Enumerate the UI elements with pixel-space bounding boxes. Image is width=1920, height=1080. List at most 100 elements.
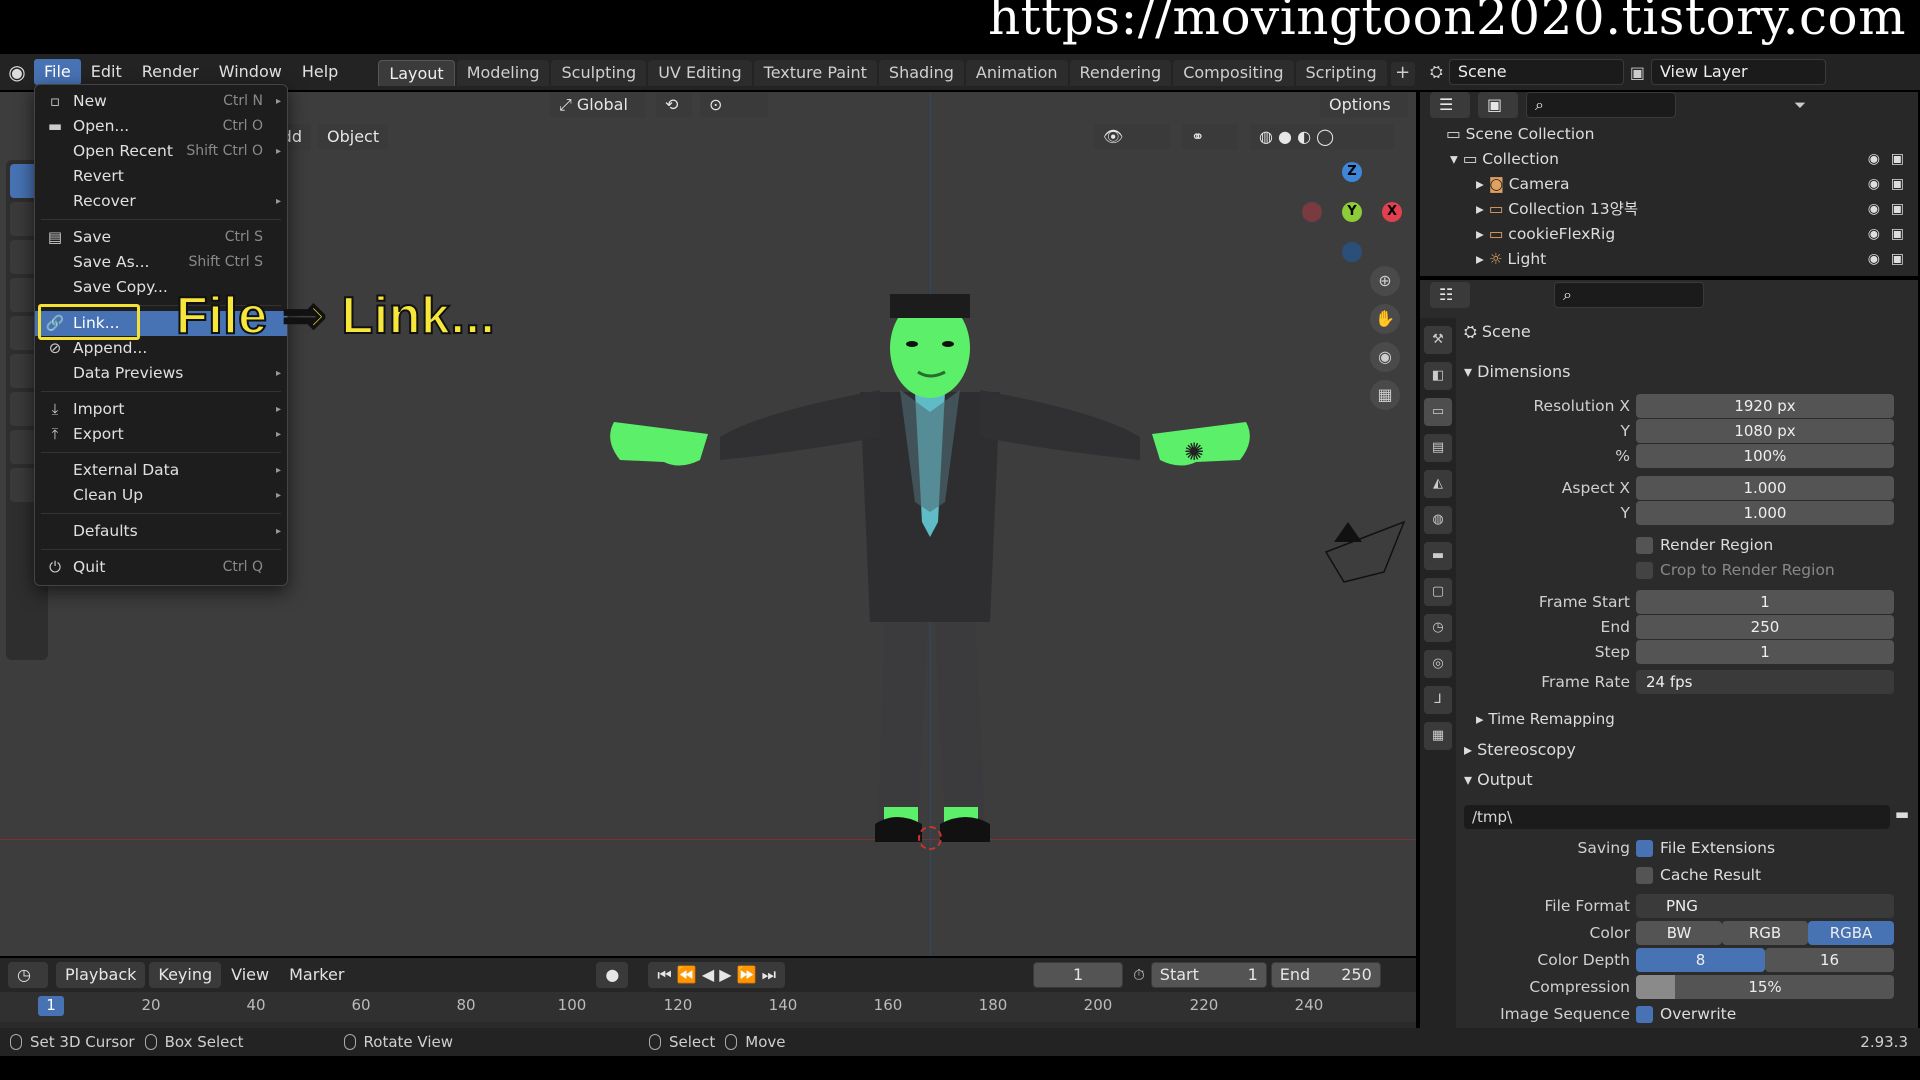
proportional-button[interactable]: ⊙	[700, 92, 768, 118]
scene-field[interactable]: Scene	[1448, 59, 1624, 85]
file-extensions-checkbox[interactable]	[1636, 840, 1653, 857]
expand-arrow-icon[interactable]: ▸	[1476, 175, 1489, 193]
expand-arrow-icon[interactable]: ▸	[1476, 200, 1489, 218]
menu-window[interactable]: Window	[209, 59, 292, 85]
world-tab-icon[interactable]: ◍	[1424, 506, 1452, 534]
crop-region-checkbox[interactable]	[1636, 562, 1653, 579]
menu-item-quit[interactable]: ⏻ Quit Ctrl Q	[35, 555, 287, 580]
keying-menu[interactable]: Keying	[149, 962, 222, 988]
cache-result-checkbox[interactable]	[1636, 867, 1653, 884]
menu-item-data-previews[interactable]: Data Previews ▸	[35, 361, 287, 386]
pan-hand-icon[interactable]: ✋	[1370, 304, 1400, 334]
object-tab-icon[interactable]: ▢	[1424, 578, 1452, 606]
blender-logo-icon[interactable]: ◉	[0, 54, 34, 90]
depth-8-button[interactable]: 8	[1636, 948, 1765, 972]
menu-item-save[interactable]: ▤ Save Ctrl S	[35, 225, 287, 250]
filter-icon[interactable]: ⏷	[1794, 96, 1806, 114]
expand-arrow-icon[interactable]: ▾	[1450, 150, 1463, 168]
tab-animation[interactable]: Animation	[965, 60, 1068, 86]
folder-icon[interactable]: ▬	[1890, 805, 1914, 829]
resolution-pct-field[interactable]: 100%	[1636, 444, 1894, 468]
menu-item-revert[interactable]: Revert	[35, 164, 287, 189]
frame-end-field[interactable]: 250	[1636, 615, 1894, 639]
tab-shading[interactable]: Shading	[878, 60, 964, 86]
dimensions-section[interactable]: ▾ Dimensions	[1464, 362, 1571, 381]
expand-arrow-icon[interactable]: ▸	[1476, 250, 1489, 268]
compression-slider[interactable]: 15%	[1636, 975, 1894, 999]
menu-item-open[interactable]: ▬ Open... Ctrl O	[35, 114, 287, 139]
object-menu-button[interactable]: Object	[318, 124, 389, 150]
depth-16-button[interactable]: 16	[1765, 948, 1894, 972]
gizmo-z[interactable]: Z	[1342, 162, 1362, 182]
menu-item-save-as[interactable]: Save As... Shift Ctrl S	[35, 250, 287, 275]
eye-icon[interactable]: ◉	[1868, 172, 1880, 197]
camera-render-icon[interactable]: ▣	[1891, 172, 1904, 197]
view-menu[interactable]: View	[221, 962, 279, 988]
aspect-y-field[interactable]: 1.000	[1636, 501, 1894, 525]
outliner-search-input[interactable]: ⌕	[1526, 92, 1676, 118]
zoom-icon[interactable]: ⊕	[1370, 266, 1400, 296]
start-frame-field[interactable]: Start 1	[1150, 962, 1267, 988]
render-region-checkbox[interactable]	[1636, 537, 1653, 554]
outliner-row[interactable]: ▸ ▭ cookieFlexRig ◉ ▣	[1420, 222, 1918, 247]
marker-menu[interactable]: Marker	[279, 962, 354, 988]
constraint-tab-icon[interactable]: ⅃	[1424, 686, 1452, 714]
view-layer-tab-icon[interactable]: ▤	[1424, 434, 1452, 462]
menu-edit[interactable]: Edit	[81, 59, 132, 85]
expand-arrow-icon[interactable]: ▸	[1476, 225, 1489, 243]
color-rgba-button[interactable]: RGBA	[1808, 921, 1894, 945]
eye-icon[interactable]: ◉	[1868, 147, 1880, 172]
frame-rate-dropdown[interactable]: 24 fps	[1636, 670, 1894, 694]
color-bw-button[interactable]: BW	[1636, 921, 1722, 945]
gizmo-y[interactable]: Y	[1342, 202, 1362, 222]
menu-item-import[interactable]: ⤓ Import ▸	[35, 397, 287, 422]
camera-render-icon[interactable]: ▣	[1891, 197, 1904, 222]
gizmo-neg-x[interactable]	[1302, 202, 1322, 222]
playback-controls[interactable]: ⏮ ⏪ ◀ ▶ ⏩ ⏭	[648, 962, 786, 988]
overlay-button[interactable]: ⚭	[1182, 124, 1238, 150]
menu-item-open-recent[interactable]: Open Recent Shift Ctrl O ▸	[35, 139, 287, 164]
filter-view-button[interactable]: ▣	[1478, 92, 1518, 118]
end-frame-field[interactable]: End 250	[1270, 962, 1381, 988]
file-format-dropdown[interactable]: PNG	[1636, 894, 1894, 918]
camera-render-icon[interactable]: ▣	[1891, 247, 1904, 272]
modifier-tab-icon[interactable]: ◷	[1424, 614, 1452, 642]
record-button[interactable]: ●	[596, 962, 629, 988]
output-section[interactable]: ▾ Output	[1464, 770, 1533, 789]
gizmo-neg-z[interactable]	[1342, 242, 1362, 262]
gizmo-toggle-button[interactable]: 👁	[1094, 124, 1170, 150]
collection-tab-icon[interactable]: ▬	[1424, 542, 1452, 570]
tab-rendering[interactable]: Rendering	[1069, 60, 1172, 86]
physics-tab-icon[interactable]: ◎	[1424, 650, 1452, 678]
add-workspace-button[interactable]: +	[1390, 62, 1415, 86]
render-tab-icon[interactable]: ◧	[1424, 362, 1452, 390]
orientation-dropdown[interactable]: ⤢ Global	[550, 92, 646, 118]
tab-compositing[interactable]: Compositing	[1173, 60, 1294, 86]
outliner-row[interactable]: ▭ Scene Collection	[1420, 122, 1918, 147]
aspect-x-field[interactable]: 1.000	[1636, 476, 1894, 500]
stereoscopy-section[interactable]: ▸ Stereoscopy	[1464, 740, 1576, 759]
eye-icon[interactable]: ◉	[1868, 247, 1880, 272]
eye-icon[interactable]: ◉	[1868, 222, 1880, 247]
outliner-row[interactable]: ▾ ▭ Collection ◉ ▣	[1420, 147, 1918, 172]
3d-cursor-icon[interactable]	[918, 826, 942, 850]
time-remapping-section[interactable]: ▸ Time Remapping	[1476, 710, 1615, 728]
resolution-y-field[interactable]: 1080 px	[1636, 419, 1894, 443]
outliner-row[interactable]: ▸ ◙ Camera ◉ ▣	[1420, 172, 1918, 197]
editor-type-button[interactable]: ◷	[8, 962, 48, 988]
ortho-grid-icon[interactable]: ▦	[1370, 380, 1400, 410]
menu-render[interactable]: Render	[132, 59, 209, 85]
menu-item-export[interactable]: ⤒ Export ▸	[35, 422, 287, 447]
outliner-row[interactable]: ▸ ☼ Light ◉ ▣	[1420, 247, 1918, 272]
camera-render-icon[interactable]: ▣	[1891, 222, 1904, 247]
gizmo-x[interactable]: X	[1382, 202, 1402, 222]
camera-object[interactable]	[1324, 512, 1414, 592]
menu-item-recover[interactable]: Recover ▸	[35, 189, 287, 214]
view-layer-field[interactable]: View Layer	[1650, 59, 1826, 85]
frame-step-field[interactable]: 1	[1636, 640, 1894, 664]
light-object-icon[interactable]: ✺	[1184, 438, 1204, 466]
outliner-row[interactable]: ▸ ▭ Collection 13양복 ◉ ▣	[1420, 197, 1918, 222]
properties-search-input[interactable]: ⌕	[1554, 282, 1704, 308]
properties-editor-type[interactable]: ☷	[1430, 282, 1470, 308]
output-tab-icon[interactable]: ▭	[1424, 398, 1452, 426]
